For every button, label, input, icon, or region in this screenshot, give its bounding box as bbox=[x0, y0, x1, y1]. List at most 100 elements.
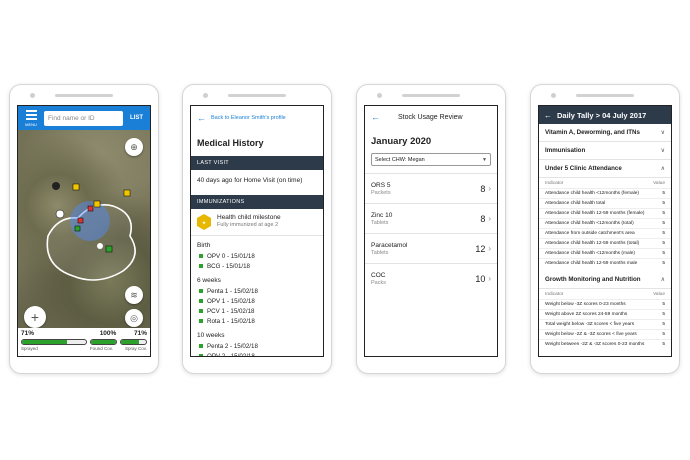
stock-item-unit: Tablets bbox=[371, 219, 389, 226]
phone-daily-tally: ← Daily Tally > 04 July 2017 Vitamin A, … bbox=[530, 84, 680, 374]
sprayed-label: Sprayed bbox=[21, 346, 38, 351]
vaccine-item: PCV 1 - 15/02/18 bbox=[191, 306, 323, 316]
vaccine-label: OPV 1 - 15/02/18 bbox=[207, 297, 255, 305]
structure-marker[interactable] bbox=[72, 183, 80, 191]
indicator-value: 5 bbox=[662, 241, 665, 246]
last-visit-header: LAST VISIT bbox=[191, 156, 323, 170]
stock-item[interactable]: COC Packs 10 › bbox=[365, 263, 497, 293]
poi-marker[interactable] bbox=[52, 182, 60, 190]
layers-icon: ≋ bbox=[130, 289, 138, 300]
attendance-table: Attendance child health <12months (femal… bbox=[539, 188, 671, 268]
indicator-value: 5 bbox=[662, 251, 665, 256]
stock-item-unit: Packs bbox=[371, 279, 386, 286]
add-button[interactable]: + bbox=[24, 306, 46, 328]
check-square-icon bbox=[199, 319, 203, 323]
check-square-icon bbox=[199, 289, 203, 293]
chevron-right-icon: › bbox=[488, 244, 491, 253]
milestone-card: ★ Health child milestone Fully immunized… bbox=[191, 209, 323, 236]
back-arrow-icon: ← bbox=[197, 113, 206, 123]
tally-group-header[interactable]: Vitamin A, Deworming, and ITNs ∨ bbox=[539, 124, 671, 142]
my-location-button[interactable]: ◎ bbox=[125, 309, 143, 327]
locate-button[interactable]: ⊕ bbox=[125, 138, 143, 156]
age-group-label: 10 weeks bbox=[197, 332, 225, 339]
camera bbox=[551, 93, 556, 98]
back-arrow-icon[interactable]: ← bbox=[371, 112, 380, 122]
stock-item-quantity: 10 bbox=[475, 273, 486, 284]
layers-button[interactable]: ≋ bbox=[125, 286, 143, 304]
coverage-stats: 71% 100% 71% Sprayed Found Cov. Spray Co… bbox=[18, 328, 150, 356]
stock-item-name: Paracetamol bbox=[371, 241, 408, 249]
stock-header: ← Stock Usage Review bbox=[365, 106, 497, 128]
last-visit-text: 40 days ago for Home Visit (on time) bbox=[197, 177, 303, 184]
indicator-label: Weight below -3Z scores 0-23 months bbox=[545, 302, 626, 307]
tally-screen: ← Daily Tally > 04 July 2017 Vitamin A, … bbox=[538, 105, 672, 357]
tally-header: ← Daily Tally > 04 July 2017 bbox=[539, 106, 671, 124]
indicator-value: 5 bbox=[662, 342, 665, 347]
check-square-icon bbox=[199, 299, 203, 303]
table-row: Attendance child health 12-59 months (fe… bbox=[539, 208, 671, 218]
check-square-icon bbox=[199, 264, 203, 268]
table-row: Attendance child health <12months (femal… bbox=[539, 188, 671, 198]
search-input[interactable]: Find name or ID bbox=[44, 110, 123, 126]
structure-marker[interactable] bbox=[123, 189, 131, 197]
indicator-value: 5 bbox=[662, 201, 665, 206]
chevron-right-icon: › bbox=[488, 214, 491, 223]
growth-group-header[interactable]: Growth Monitoring and Nutrition ∧ bbox=[539, 271, 671, 289]
vaccine-item: Rota 1 - 15/02/18 bbox=[191, 316, 323, 326]
table-row: Attendance child health total 5 bbox=[539, 198, 671, 208]
tally-group-header[interactable]: Immunisation ∨ bbox=[539, 142, 671, 160]
medical-screen: ← Back to Eleanor Smith's profile Medica… bbox=[190, 105, 324, 357]
chevron-up-icon: ∧ bbox=[660, 277, 665, 283]
milestone-title: Health child milestone bbox=[217, 214, 281, 221]
chw-select[interactable]: Select CHW: Megan ▼ bbox=[371, 153, 491, 166]
poi-marker[interactable] bbox=[55, 209, 65, 219]
check-square-icon bbox=[199, 354, 203, 356]
vaccine-label: Penta 1 - 15/02/18 bbox=[207, 287, 258, 295]
structure-marker[interactable] bbox=[93, 200, 101, 208]
spray-coverage-value: 71% bbox=[133, 330, 147, 337]
indicator-label: Weight between -2Z & -3Z scores 0-23 mon… bbox=[545, 342, 645, 347]
vaccine-item: Penta 1 - 15/02/18 bbox=[191, 286, 323, 296]
stock-item[interactable]: Zinc 10 Tablets 8 › bbox=[365, 203, 497, 233]
structure-marker[interactable] bbox=[74, 225, 81, 232]
found-coverage-label: Found Cov. bbox=[89, 346, 113, 351]
chevron-right-icon: › bbox=[488, 274, 491, 283]
stock-item[interactable]: ORS 5 Packets 8 › bbox=[365, 173, 497, 203]
indicator-value: 5 bbox=[662, 231, 665, 236]
indicator-value: 5 bbox=[662, 302, 665, 307]
stock-item-info: Paracetamol Tablets bbox=[371, 242, 475, 256]
vaccine-label: Rota 1 - 15/02/18 bbox=[207, 317, 255, 325]
indicator-value: 5 bbox=[662, 332, 665, 337]
table-row: Weight below -2Z & -3Z scores < five yea… bbox=[539, 329, 671, 339]
map-screen: MENU Find name or ID LIST ⊕ ≋ ◎ + 71% 10… bbox=[17, 105, 151, 357]
spray-coverage-label: Spray Cov. bbox=[125, 346, 147, 351]
stock-item-unit: Packets bbox=[371, 189, 391, 196]
back-arrow-icon[interactable]: ← bbox=[544, 111, 552, 120]
menu-button[interactable]: MENU bbox=[22, 109, 40, 127]
vaccine-label: OPV 0 - 15/01/18 bbox=[207, 252, 255, 260]
stock-item[interactable]: Paracetamol Tablets 12 › bbox=[365, 233, 497, 263]
spray-coverage-bar bbox=[119, 339, 148, 345]
attendance-group-header[interactable]: Under 5 Clinic Attendance ∧ bbox=[539, 160, 671, 178]
table-row: Weight between -2Z & -3Z scores 0-23 mon… bbox=[539, 339, 671, 349]
menu-icon bbox=[25, 109, 37, 112]
structure-marker[interactable] bbox=[105, 245, 113, 253]
back-link[interactable]: ← Back to Eleanor Smith's profile bbox=[191, 106, 323, 130]
tally-group-title: Vitamin A, Deworming, and ITNs bbox=[545, 129, 640, 136]
attendance-column-header: Indicator Value bbox=[545, 181, 665, 186]
indicator-label: Attendance from outside catchment's area bbox=[545, 231, 635, 236]
table-row: Attendance from outside catchment's area… bbox=[539, 228, 671, 238]
structure-marker[interactable] bbox=[87, 205, 94, 212]
list-button[interactable]: LIST bbox=[127, 115, 146, 121]
camera bbox=[203, 93, 208, 98]
indicator-label: Weight below -2Z & -3Z scores < five yea… bbox=[545, 332, 637, 337]
sprayed-value: 71% bbox=[21, 330, 35, 337]
vaccine-item: BCG - 15/01/18 bbox=[191, 261, 323, 271]
speaker bbox=[402, 94, 460, 97]
stock-item-info: Zinc 10 Tablets bbox=[371, 212, 480, 226]
vaccine-item: OPV 1 - 15/02/18 bbox=[191, 296, 323, 306]
indicator-label: Attendance child health 12-59 months (fe… bbox=[545, 211, 645, 216]
structure-marker[interactable] bbox=[77, 217, 84, 224]
stock-item-unit: Tablets bbox=[371, 249, 389, 256]
collapsed-groups: Vitamin A, Deworming, and ITNs ∨ Immunisat… bbox=[539, 124, 671, 160]
